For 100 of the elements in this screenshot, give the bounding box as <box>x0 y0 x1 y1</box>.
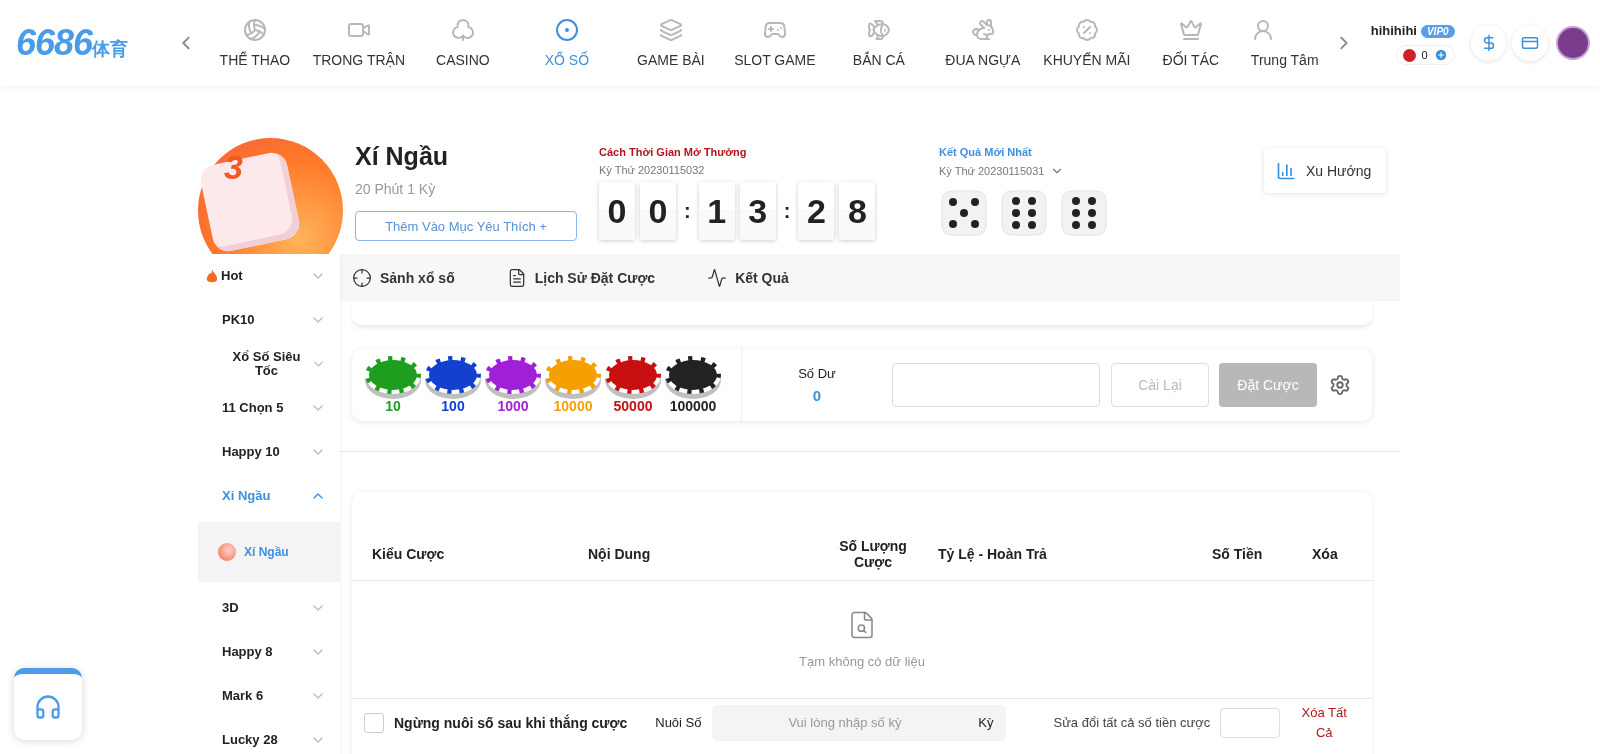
countdown-separator: : <box>782 199 792 223</box>
user-avatar[interactable] <box>1556 26 1590 60</box>
chip[interactable]: 100 <box>424 356 482 414</box>
sidebar-label: Hot <box>221 268 243 284</box>
target-icon <box>352 267 372 288</box>
chip-value: 100000 <box>669 398 717 414</box>
chip[interactable]: 10 <box>364 356 422 414</box>
sidebar-label: 11 Chọn 5 <box>222 400 284 416</box>
column-header: Nội Dung <box>587 546 652 562</box>
balance-label: Số Dư <box>798 366 836 381</box>
nav-item[interactable]: Trung Tâm <box>1242 18 1333 68</box>
sidebar-item[interactable]: Hot <box>198 254 340 298</box>
sidebar-label: Mark 6 <box>222 688 264 704</box>
countdown-digit: 0 <box>599 182 635 240</box>
trend-button[interactable]: Xu Hướng <box>1264 148 1386 193</box>
chip[interactable]: 100000 <box>664 356 722 414</box>
countdown-digit: 1 <box>698 182 735 240</box>
checkbox[interactable] <box>364 712 384 733</box>
tab[interactable]: Lịch Sử Đặt Cược <box>506 267 656 288</box>
chip-value: 10 <box>385 398 401 414</box>
countdown-digit: 8 <box>839 182 876 240</box>
chip-value: 100 <box>441 398 465 414</box>
nav-item[interactable]: BẮN CÁ <box>826 18 931 68</box>
logo-digit: 3 <box>224 148 243 187</box>
countdown-digit: 3 <box>739 182 776 240</box>
settings-icon[interactable] <box>1329 374 1351 396</box>
nav-icon <box>1178 18 1203 42</box>
flame-icon <box>206 268 218 284</box>
nav-item[interactable]: TRONG TRẬN <box>306 18 411 68</box>
nav-item[interactable]: ĐUA NGỰA <box>930 18 1035 68</box>
countdown-separator: : <box>683 199 692 223</box>
amount-input[interactable] <box>1220 707 1281 738</box>
periods-input[interactable]: Vui lòng nhập số kỳ <box>711 714 979 731</box>
sidebar-item[interactable]: 3D <box>198 586 340 630</box>
headset-icon <box>34 693 62 721</box>
card-icon <box>1521 34 1540 52</box>
chip-value: 10000 <box>553 398 593 414</box>
vip-level: VIP0 <box>1420 25 1455 38</box>
unit-label: Kỳ <box>978 715 994 730</box>
tab[interactable]: Kết Quả <box>707 267 789 288</box>
add-icon[interactable] <box>1433 48 1448 62</box>
column-header: Tỷ Lệ - Hoàn Trả <box>937 546 1048 562</box>
sidebar-label: Lucky 28 <box>222 732 278 748</box>
clear-all-link[interactable]: Xóa Tất Cả <box>1300 703 1349 742</box>
nav-item[interactable]: SLOT GAME <box>722 18 827 68</box>
nav-item[interactable]: ĐỐI TÁC <box>1138 18 1243 68</box>
nav-icon <box>658 18 683 42</box>
sidebar-label: Happy 8 <box>222 644 273 660</box>
modify-amount-label: Sửa đổi tất cả số tiền cược <box>1053 715 1211 730</box>
chip-value: 1000 <box>497 398 529 414</box>
sidebar-item[interactable]: Lucky 28 <box>198 718 340 754</box>
sidebar-item[interactable]: Happy 10 <box>198 430 340 474</box>
sidebar-label: 3D <box>222 600 239 616</box>
nav-icon <box>1074 18 1099 42</box>
sidebar-item[interactable]: PK10 <box>198 298 340 342</box>
nav-icon <box>450 18 475 42</box>
balance-amount: 0 <box>1421 49 1428 61</box>
chip[interactable]: 1000 <box>484 356 542 414</box>
countdown-digit: 2 <box>798 182 835 240</box>
sidebar-label: Happy 10 <box>222 444 280 460</box>
nav-item[interactable]: GAME BÀI <box>618 18 723 68</box>
flag-icon <box>1402 48 1416 62</box>
nurture-label: Nuôi Số <box>655 715 702 730</box>
game-frequency: 20 Phút 1 Kỳ <box>355 181 437 197</box>
latest-result-label: Kết Quả Mới Nhất <box>939 146 1033 158</box>
empty-message: Tạm không có dữ liệu <box>799 654 925 669</box>
nav-icon <box>554 18 579 42</box>
nav-item[interactable]: THỂ THAO <box>202 18 307 68</box>
sidebar-item[interactable]: Mark 6 <box>198 674 340 718</box>
periods-field[interactable]: Vui lòng nhập số kỳ Kỳ <box>711 704 1006 741</box>
countdown-label: Cách Thời Gian Mở Thưởng <box>599 146 748 158</box>
nav-icon <box>242 18 267 42</box>
nav-item[interactable]: XỔ SỐ <box>514 18 619 68</box>
balance-value: 0 <box>812 387 822 404</box>
sidebar-item[interactable]: Happy 8 <box>198 630 340 674</box>
nav-item[interactable]: CASINO <box>410 18 515 68</box>
checkbox-label: Ngừng nuôi số sau khi thắng cược <box>394 714 628 731</box>
countdown-digit: 0 <box>640 182 676 240</box>
sidebar-item[interactable]: 11 Chọn 5 <box>198 386 340 430</box>
support-button[interactable] <box>14 668 82 740</box>
tab[interactable]: Sảnh xổ số <box>352 267 455 288</box>
chip[interactable]: 50000 <box>604 356 662 414</box>
nav-icon <box>970 18 995 42</box>
username: hihihihi <box>1370 23 1417 38</box>
column-header: Số Lượng Cược <box>838 538 908 570</box>
column-header: Xóa <box>1311 546 1339 562</box>
bar-chart-icon <box>1276 160 1296 181</box>
column-header: Số Tiền <box>1211 546 1264 562</box>
column-header: Kiểu Cược <box>371 546 446 562</box>
period-number: Kỳ Thứ 20230115032 <box>599 164 705 176</box>
period-number: Kỳ Thứ 20230115031 <box>939 165 1045 177</box>
nav-icon <box>866 18 891 42</box>
sidebar-item[interactable]: Xổ Số Siêu Tốc <box>198 342 340 386</box>
subitem-label: Xí Ngầu <box>244 545 289 559</box>
game-title: Xí Ngầu <box>355 142 450 171</box>
sidebar-label: PK10 <box>222 312 255 328</box>
sidebar-label: Xổ Số Siêu Tốc <box>231 349 302 379</box>
amount-input[interactable] <box>892 363 1100 407</box>
nav-item[interactable]: KHUYẾN MÃI <box>1034 18 1139 68</box>
line-chart-icon <box>707 267 728 288</box>
